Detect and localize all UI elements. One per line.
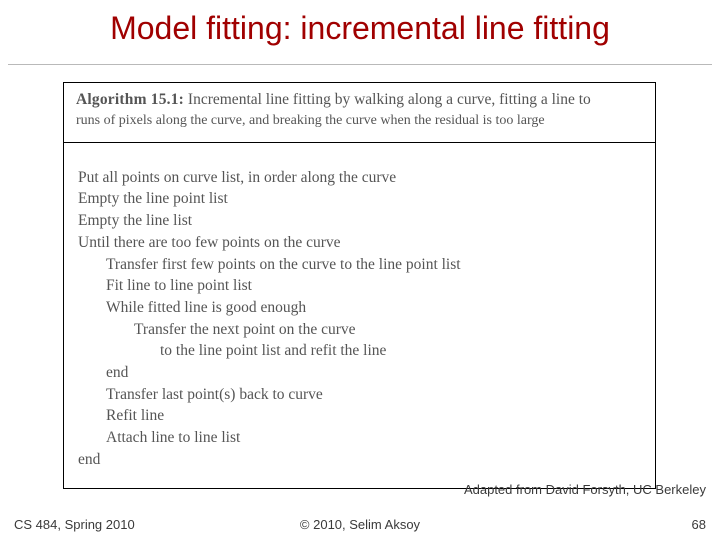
- algo-line: Attach line to line list: [78, 427, 645, 449]
- footer-center: © 2010, Selim Aksoy: [0, 517, 720, 532]
- algo-line: Refit line: [78, 405, 645, 427]
- footer: CS 484, Spring 2010 © 2010, Selim Aksoy …: [0, 514, 720, 532]
- algo-line: Until there are too few points on the cu…: [78, 232, 645, 254]
- algorithm-caption-line1: Algorithm 15.1: Incremental line fitting…: [76, 91, 591, 108]
- algorithm-body: Put all points on curve list, in order a…: [64, 143, 655, 489]
- page-title: Model fitting: incremental line fitting: [0, 10, 720, 47]
- image-credit: Adapted from David Forsyth, UC Berkeley: [464, 482, 706, 497]
- algorithm-caption-text1: Incremental line fitting by walking alon…: [188, 91, 591, 108]
- algorithm-caption-text2: runs of pixels along the curve, and brea…: [76, 113, 545, 128]
- algo-line: Transfer last point(s) back to curve: [78, 384, 645, 406]
- algo-line: Empty the line list: [78, 210, 645, 232]
- algo-line: Transfer the next point on the curve: [78, 319, 645, 341]
- algorithm-label: Algorithm 15.1:: [76, 91, 184, 108]
- algo-line: Empty the line point list: [78, 188, 645, 210]
- algo-line: to the line point list and refit the lin…: [78, 340, 645, 362]
- algorithm-caption: Algorithm 15.1: Incremental line fitting…: [64, 83, 655, 143]
- algo-line: end: [78, 449, 645, 471]
- algo-line: Fit line to line point list: [78, 275, 645, 297]
- slide: Model fitting: incremental line fitting …: [0, 0, 720, 540]
- footer-right: 68: [692, 517, 706, 532]
- algo-line: end: [78, 362, 645, 384]
- algo-line: Transfer first few points on the curve t…: [78, 254, 645, 276]
- title-underline: [8, 64, 712, 65]
- algorithm-box: Algorithm 15.1: Incremental line fitting…: [63, 82, 656, 489]
- algo-line: While fitted line is good enough: [78, 297, 645, 319]
- algo-line: Put all points on curve list, in order a…: [78, 167, 645, 189]
